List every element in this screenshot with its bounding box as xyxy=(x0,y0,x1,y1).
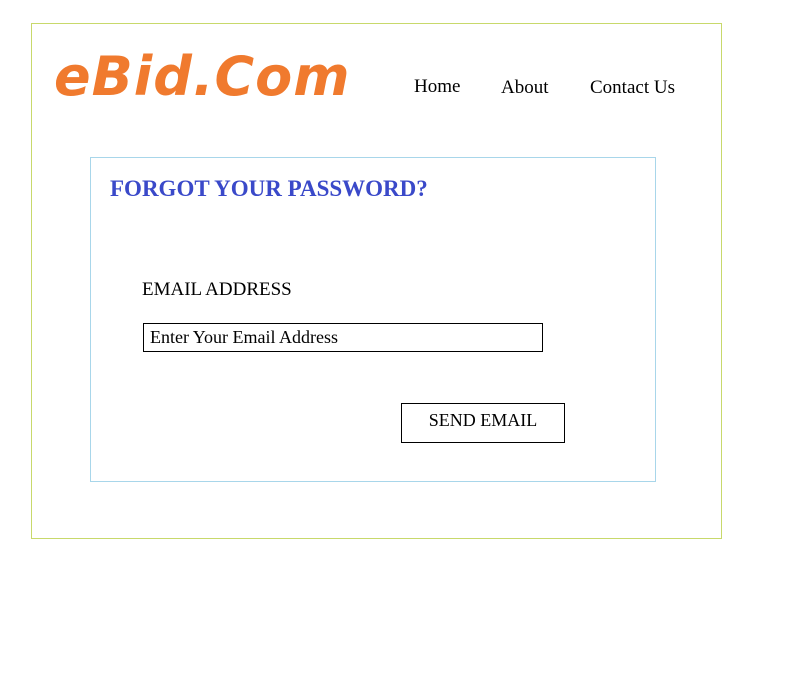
send-email-button[interactable]: SEND EMAIL xyxy=(401,403,565,443)
main-nav: Home About Contact Us xyxy=(0,76,812,100)
email-label: EMAIL ADDRESS xyxy=(142,279,292,300)
nav-about-link[interactable]: About xyxy=(501,77,549,99)
email-input[interactable] xyxy=(143,323,543,352)
nav-contact-link[interactable]: Contact Us xyxy=(590,77,675,99)
page-title: FORGOT YOUR PASSWORD? xyxy=(110,176,428,201)
nav-home-link[interactable]: Home xyxy=(414,76,460,98)
forgot-password-panel xyxy=(90,157,656,482)
